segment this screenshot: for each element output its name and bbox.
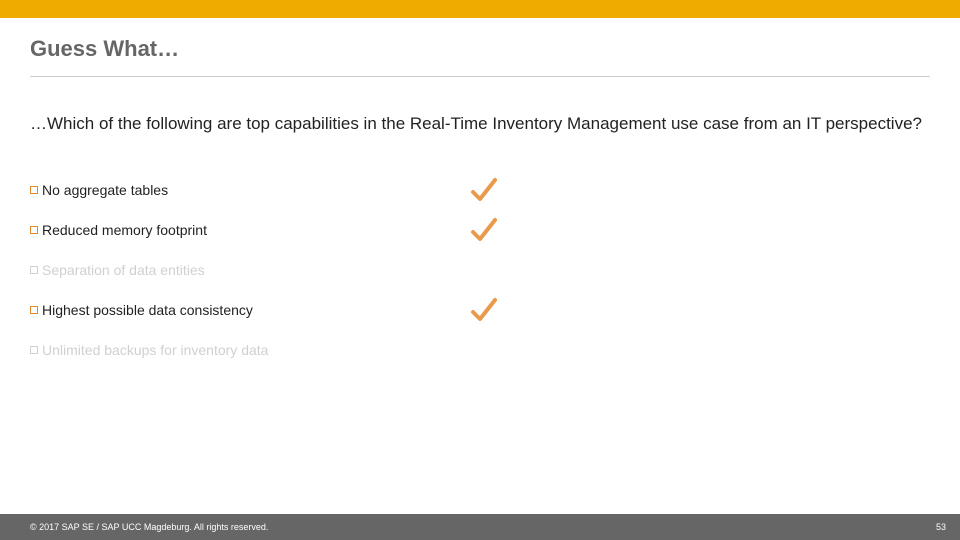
- footer: © 2017 SAP SE / SAP UCC Magdeburg. All r…: [0, 514, 960, 540]
- option-label: Unlimited backups for inventory data: [42, 342, 268, 358]
- accent-bar: [0, 0, 960, 18]
- bullet-icon: [30, 306, 38, 314]
- check-column: [470, 177, 530, 203]
- bullet-icon: [30, 266, 38, 274]
- option-row: Highest possible data consistency: [30, 290, 930, 330]
- option-left: Reduced memory footprint: [30, 222, 470, 238]
- page-number: 53: [936, 522, 946, 532]
- title-divider: [30, 76, 930, 77]
- option-label: Highest possible data consistency: [42, 302, 253, 318]
- option-row: Unlimited backups for inventory data: [30, 330, 930, 370]
- option-row: Reduced memory footprint: [30, 210, 930, 250]
- bullet-icon: [30, 346, 38, 354]
- option-left: Highest possible data consistency: [30, 302, 470, 318]
- checkmark-icon: [470, 177, 498, 203]
- bullet-icon: [30, 186, 38, 194]
- question-text: …Which of the following are top capabili…: [30, 113, 930, 136]
- option-row: Separation of data entities: [30, 250, 930, 290]
- option-label: Separation of data entities: [42, 262, 205, 278]
- option-label: Reduced memory footprint: [42, 222, 207, 238]
- option-left: Separation of data entities: [30, 262, 470, 278]
- option-left: No aggregate tables: [30, 182, 470, 198]
- copyright-text: © 2017 SAP SE / SAP UCC Magdeburg. All r…: [30, 522, 268, 532]
- check-column: [470, 217, 530, 243]
- slide-title: Guess What…: [30, 36, 930, 62]
- check-column: [470, 297, 530, 323]
- options-list: No aggregate tables Reduced memory footp…: [30, 170, 930, 370]
- slide-content: Guess What… …Which of the following are …: [0, 18, 960, 370]
- option-label: No aggregate tables: [42, 182, 168, 198]
- option-row: No aggregate tables: [30, 170, 930, 210]
- checkmark-icon: [470, 297, 498, 323]
- option-left: Unlimited backups for inventory data: [30, 342, 470, 358]
- bullet-icon: [30, 226, 38, 234]
- checkmark-icon: [470, 217, 498, 243]
